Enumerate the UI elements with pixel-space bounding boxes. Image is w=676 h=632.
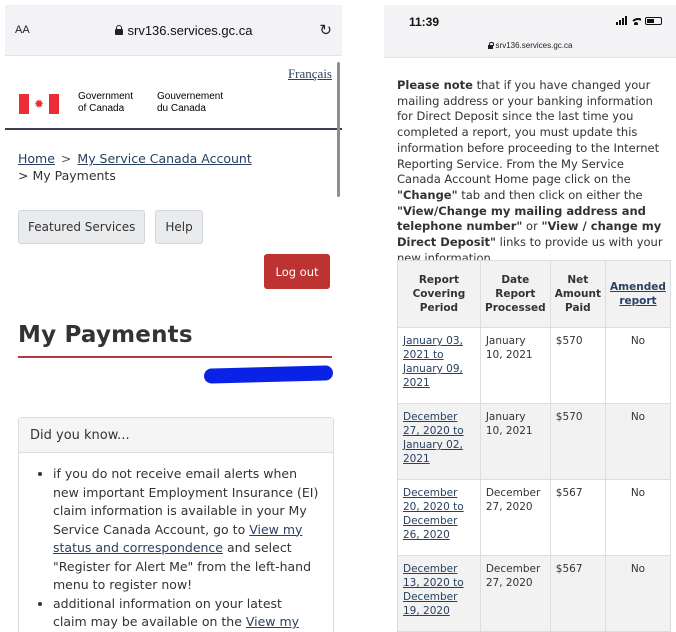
table-row: December 20, 2020 to December 26, 2020 D… <box>397 479 672 556</box>
address-url[interactable]: srv136.services.gc.ca <box>384 41 676 50</box>
report-period-link[interactable]: January 03, 2021 to January 09, 2021 <box>403 335 463 389</box>
language-toggle-link[interactable]: Français <box>288 66 332 82</box>
report-period-link[interactable]: December 13, 2020 to December 19, 2020 <box>403 563 464 617</box>
featured-services-button[interactable]: Featured Services <box>18 210 146 244</box>
amended-value: No <box>604 479 672 556</box>
amended-value: No <box>604 327 672 404</box>
col-amended[interactable]: Amended report <box>604 260 672 328</box>
text-size-button[interactable]: AA <box>15 24 55 36</box>
net-amount: $567 <box>549 479 606 556</box>
url-text: srv136.services.gc.ca <box>127 22 253 38</box>
net-amount: $570 <box>549 403 606 480</box>
screenshot-root: AA srv136.services.gc.ca ↻ Français ✹ Go… <box>0 0 676 632</box>
did-you-know-panel: Did you know... if you do not receive em… <box>18 417 334 632</box>
clock-time: 11:39 <box>409 15 440 29</box>
report-period-link[interactable]: December 20, 2020 to December 26, 2020 <box>403 487 464 541</box>
left-phone-screen: AA srv136.services.gc.ca ↻ Français ✹ Go… <box>5 5 342 632</box>
battery-icon <box>645 17 662 25</box>
lock-icon <box>114 25 123 35</box>
logout-button[interactable]: Log out <box>264 254 330 289</box>
wifi-icon <box>631 17 641 25</box>
breadcrumb-current: > My Payments <box>18 168 116 183</box>
direct-deposit-note: Please note that if you have changed you… <box>397 78 663 265</box>
status-bar: 11:39 srv136.services.gc.ca <box>384 5 676 58</box>
browser-address-bar[interactable]: AA srv136.services.gc.ca ↻ <box>5 5 342 56</box>
address-url[interactable]: srv136.services.gc.ca <box>55 23 312 38</box>
amended-report-link[interactable]: Amended report <box>610 281 666 307</box>
list-item: if you do not receive email alerts when … <box>53 465 319 595</box>
list-item: additional information on your latest cl… <box>53 595 319 632</box>
title-underline <box>18 356 332 358</box>
col-net-amount: Net Amount Paid <box>549 260 606 328</box>
status-icons <box>616 16 662 25</box>
breadcrumb-home-link[interactable]: Home <box>18 151 55 166</box>
breadcrumb: Home > My Service Canada Account > My Paym… <box>5 130 342 184</box>
table-row: January 03, 2021 to January 09, 2021 Jan… <box>397 327 672 404</box>
gc-header: Français ✹ Government of Canada Gouverne… <box>5 56 342 130</box>
signal-icon <box>616 16 627 25</box>
redaction-mark <box>203 365 334 384</box>
date-processed: December 27, 2020 <box>479 555 551 632</box>
date-processed: January 10, 2021 <box>479 403 551 480</box>
help-button[interactable]: Help <box>155 210 203 244</box>
gouvernement-du-canada-wordmark: Gouvernement du Canada <box>157 91 224 114</box>
date-processed: January 10, 2021 <box>479 327 551 404</box>
col-date-processed: Date Report Processed <box>479 260 551 328</box>
amended-value: No <box>604 555 672 632</box>
report-period-link[interactable]: December 27, 2020 to January 02, 2021 <box>403 411 464 465</box>
table-row: December 27, 2020 to January 02, 2021 Ja… <box>397 403 672 480</box>
view-my-link[interactable]: View my <box>246 614 299 629</box>
amended-value: No <box>604 403 672 480</box>
breadcrumb-account-link[interactable]: My Service Canada Account <box>77 151 251 166</box>
payments-table: Report Covering Period Date Report Proce… <box>397 260 672 632</box>
page-title: My Payments <box>18 322 193 348</box>
did-you-know-heading: Did you know... <box>19 418 333 453</box>
top-nav: Featured Services Help <box>18 210 203 244</box>
reload-icon[interactable]: ↻ <box>312 21 332 39</box>
col-report-period: Report Covering Period <box>397 260 481 328</box>
net-amount: $570 <box>549 327 606 404</box>
breadcrumb-separator: > <box>60 151 72 166</box>
lock-icon <box>487 42 494 49</box>
scrollbar[interactable] <box>337 62 340 197</box>
net-amount: $567 <box>549 555 606 632</box>
canada-flag-icon: ✹ <box>19 94 59 114</box>
table-row: December 13, 2020 to December 19, 2020 D… <box>397 555 672 632</box>
date-processed: December 27, 2020 <box>479 479 551 556</box>
table-header-row: Report Covering Period Date Report Proce… <box>397 260 672 328</box>
right-phone-screen: 11:39 srv136.services.gc.ca Please note … <box>384 5 676 632</box>
government-of-canada-wordmark: Government of Canada <box>78 91 134 114</box>
